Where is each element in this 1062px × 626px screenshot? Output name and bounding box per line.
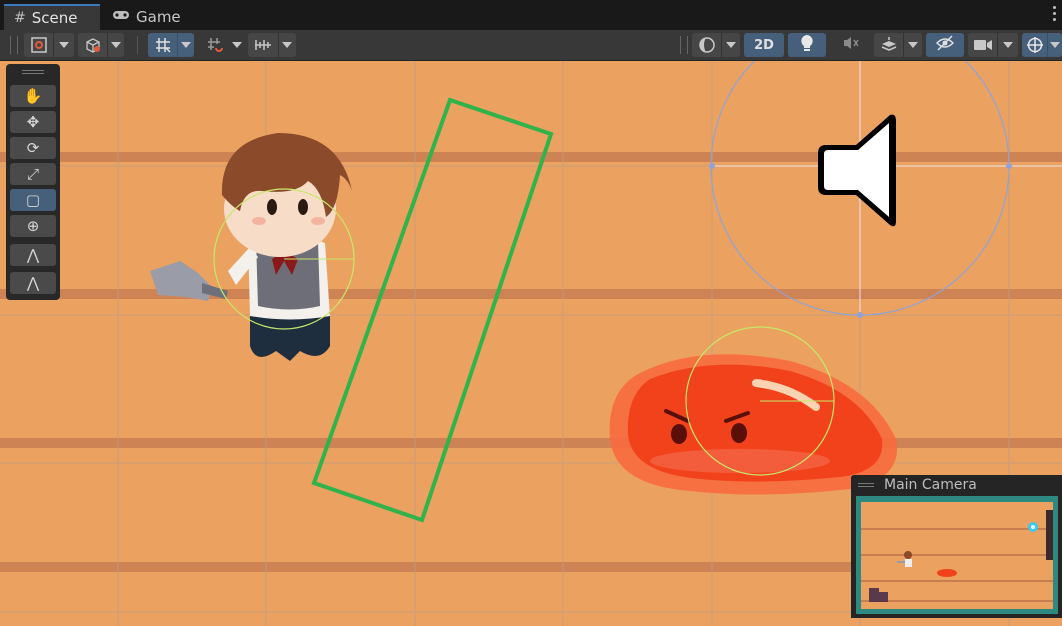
- transform-tool[interactable]: ⊕: [10, 215, 56, 237]
- mode-2d-label: 2D: [754, 37, 774, 53]
- hand-icon: ✋: [23, 87, 43, 105]
- camera-preview-frame: [856, 496, 1058, 614]
- speaker-icon: [818, 114, 896, 227]
- grid-visibility-dropdown[interactable]: [248, 33, 296, 57]
- gamepad-icon: [112, 9, 130, 25]
- increment-snap-dropdown[interactable]: [200, 33, 244, 57]
- chevron-down-icon: [230, 33, 244, 57]
- toolbar-grip-icon: [680, 36, 688, 54]
- increment-snap-icon: [200, 33, 230, 57]
- chevron-down-icon: [997, 33, 1018, 57]
- rect-transform-icon: ▢: [25, 191, 41, 209]
- visibility-hidden-icon: [935, 35, 955, 55]
- rotate-tool[interactable]: ⟳: [10, 137, 56, 159]
- transform-tool-dropdown[interactable]: [24, 33, 74, 57]
- bone-tool-alt-icon: ⋀: [26, 274, 40, 292]
- global-local-dropdown[interactable]: [78, 33, 124, 57]
- tab-bar: # Scene Game: [0, 0, 1062, 30]
- scale-tool[interactable]: ⤢: [10, 163, 56, 185]
- tab-scene-label: Scene: [31, 9, 78, 27]
- scale-icon: ⤢: [26, 165, 39, 183]
- tab-game-label: Game: [136, 8, 181, 26]
- rect-tool[interactable]: ▢: [10, 189, 56, 211]
- move-arrows-icon: ✥: [26, 113, 40, 131]
- lighting-toggle[interactable]: [788, 33, 826, 57]
- player-character-sprite[interactable]: [150, 133, 355, 361]
- draw-mode-dropdown[interactable]: [692, 33, 740, 57]
- camera-preview-render: [861, 502, 1053, 609]
- tab-scene[interactable]: # Scene: [4, 4, 100, 30]
- transform-tool-icon: [24, 33, 53, 57]
- effects-layers-icon: [874, 33, 903, 57]
- chevron-down-icon: [53, 33, 74, 57]
- grid-hash-icon: #: [14, 10, 26, 26]
- hand-tool[interactable]: ✋: [10, 85, 56, 107]
- scene-toolbar: 2D: [0, 30, 1062, 61]
- rotate-icon: ⟳: [26, 139, 40, 157]
- grid-ruler-icon: [248, 33, 278, 57]
- custom-tool-1[interactable]: ⋀: [10, 244, 56, 266]
- camera-settings-dropdown[interactable]: [968, 33, 1018, 57]
- camera-icon: [968, 33, 997, 57]
- camera-preview-title: Main Camera: [884, 477, 977, 493]
- chevron-down-icon: [177, 33, 194, 57]
- custom-tool-2[interactable]: ⋀: [10, 272, 56, 294]
- lighting-bulb-icon: [799, 34, 815, 56]
- audio-mute-icon: [842, 35, 860, 55]
- chevron-down-icon: [721, 33, 740, 57]
- overlay-grip-icon: [858, 483, 874, 487]
- main-camera-preview[interactable]: Main Camera: [851, 475, 1062, 618]
- toolbar-divider: [137, 36, 138, 54]
- chevron-down-icon: [278, 33, 295, 57]
- mode-2d-toggle[interactable]: 2D: [744, 33, 784, 57]
- more-options-icon[interactable]: [1050, 6, 1058, 24]
- tab-game[interactable]: Game: [102, 4, 192, 30]
- effects-dropdown[interactable]: [874, 33, 922, 57]
- global-local-cube-icon: [78, 33, 107, 57]
- gizmos-icon: [1022, 33, 1047, 57]
- draw-mode-sphere-icon: [692, 33, 721, 57]
- gizmos-dropdown[interactable]: [1022, 33, 1062, 57]
- chevron-down-icon: [107, 33, 124, 57]
- overlay-grip-icon: [22, 70, 44, 74]
- box-collider-outline: [311, 97, 554, 523]
- audio-toggle[interactable]: [832, 33, 870, 57]
- move-tool[interactable]: ✥: [10, 111, 56, 133]
- tools-overlay: ✋ ✥ ⟳ ⤢ ▢ ⊕ ⋀ ⋀: [6, 64, 60, 300]
- unity-scene-window: # Scene Game 2D ✋ ✥ ⟳ ⤢ ▢ ⊕ ⋀ ⋀ Main Cam…: [0, 0, 1062, 626]
- toolbar-grip-icon: [10, 36, 18, 54]
- grid-snap-icon: [148, 33, 177, 57]
- slime-enemy-sprite[interactable]: [609, 326, 898, 495]
- scene-visibility-toggle[interactable]: [926, 33, 964, 57]
- chevron-down-icon: [1047, 33, 1062, 57]
- bone-tool-icon: ⋀: [26, 246, 40, 264]
- chevron-down-icon: [903, 33, 922, 57]
- grid-snap-toggle[interactable]: [148, 33, 194, 57]
- transform-combined-icon: ⊕: [26, 217, 40, 235]
